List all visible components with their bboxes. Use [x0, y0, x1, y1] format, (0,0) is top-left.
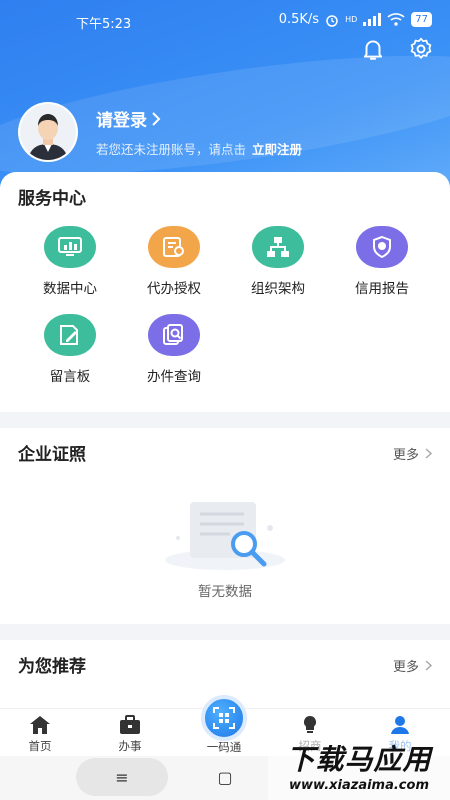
battery-indicator: 77: [411, 12, 432, 27]
register-prompt: 若您还未注册账号，请点击: [96, 142, 247, 157]
briefcase-icon: [120, 715, 140, 734]
service-label: 代办授权: [147, 281, 201, 297]
status-indicators: 0.5K/s HD 77: [279, 12, 432, 27]
status-time: 下午5:23: [76, 17, 132, 32]
empty-state-text: 暂无数据: [198, 584, 252, 600]
service-item-credit-report[interactable]: 信用报告: [330, 226, 434, 297]
nav-label[interactable]: 一码通: [189, 739, 259, 755]
service-label: 数据中心: [43, 281, 97, 297]
alarm-icon: [326, 14, 338, 27]
recommend-more-link[interactable]: 更多: [393, 656, 432, 675]
service-item-authorization[interactable]: 代办授权: [122, 226, 226, 297]
gear-icon[interactable]: [408, 36, 434, 62]
chevron-right-icon: [425, 660, 432, 671]
menu-icon: ≡: [115, 767, 129, 787]
credit-report-icon: [356, 226, 408, 268]
nav-home[interactable]: 首页: [5, 715, 75, 754]
service-label: 组织架构: [251, 281, 305, 297]
nav-qr-button[interactable]: [201, 695, 247, 741]
network-speed: 0.5K/s: [278, 12, 320, 27]
data-chart-icon: [44, 226, 96, 268]
service-center-title: 服务中心: [18, 189, 86, 209]
service-label: 留言板: [49, 369, 91, 385]
signal-icon: [363, 13, 382, 26]
chevron-right-icon: [425, 448, 432, 459]
register-prompt-line: 若您还未注册账号，请点击 立即注册: [96, 139, 302, 158]
empty-data-illustration: [165, 502, 285, 570]
home-icon: [30, 716, 50, 734]
login-link[interactable]: 请登录: [96, 106, 302, 131]
bell-icon[interactable]: [360, 36, 386, 62]
system-menu-button[interactable]: ≡: [76, 758, 168, 796]
lightbulb-icon: [303, 715, 317, 733]
chevron-right-icon: [152, 111, 161, 126]
nav-label: 办事: [118, 739, 142, 753]
register-link[interactable]: 立即注册: [252, 142, 302, 157]
status-bar: 下午5:23 0.5K/s HD 77: [0, 0, 450, 40]
watermark-title: 下载马应用: [286, 743, 432, 776]
authorization-icon: [148, 226, 200, 268]
enterprise-license-card: 企业证照 更多 暂无数据: [0, 428, 450, 624]
service-item-message-board[interactable]: 留言板: [18, 314, 122, 385]
square-icon: ▢: [217, 767, 233, 787]
license-section-title: 企业证照: [18, 445, 86, 465]
service-center-card: 服务中心 数据中心 代办授权 组织架构 信用报告 留言板 办件查询: [0, 172, 450, 412]
user-avatar-icon: [20, 104, 76, 160]
nav-label: 首页: [28, 739, 52, 753]
hd-label: HD: [345, 15, 358, 24]
case-search-icon: [148, 314, 200, 356]
license-more-link[interactable]: 更多: [393, 444, 432, 463]
login-label: 请登录: [96, 111, 147, 131]
more-label: 更多: [392, 660, 419, 675]
wifi-icon: [387, 13, 405, 26]
user-icon: [391, 716, 409, 734]
service-label: 办件查询: [147, 369, 201, 385]
org-structure-icon: [252, 226, 304, 268]
more-label: 更多: [392, 448, 419, 463]
system-home-button[interactable]: ▢: [206, 758, 244, 796]
header-actions: [360, 36, 434, 62]
watermark-url: www.xiazaima.com: [289, 778, 429, 793]
watermark: 下载马应用 www.xiazaima.com: [268, 738, 450, 800]
service-item-case-search[interactable]: 办件查询: [122, 314, 226, 385]
service-item-data-center[interactable]: 数据中心: [18, 226, 122, 297]
qr-code-icon: [213, 707, 235, 729]
service-item-org-structure[interactable]: 组织架构: [226, 226, 330, 297]
profile-section: 请登录 若您还未注册账号，请点击 立即注册: [18, 102, 302, 162]
avatar[interactable]: [18, 102, 78, 162]
message-board-icon: [44, 314, 96, 356]
service-label: 信用报告: [355, 281, 409, 297]
recommend-section-title: 为您推荐: [18, 657, 86, 677]
nav-services[interactable]: 办事: [95, 715, 165, 754]
